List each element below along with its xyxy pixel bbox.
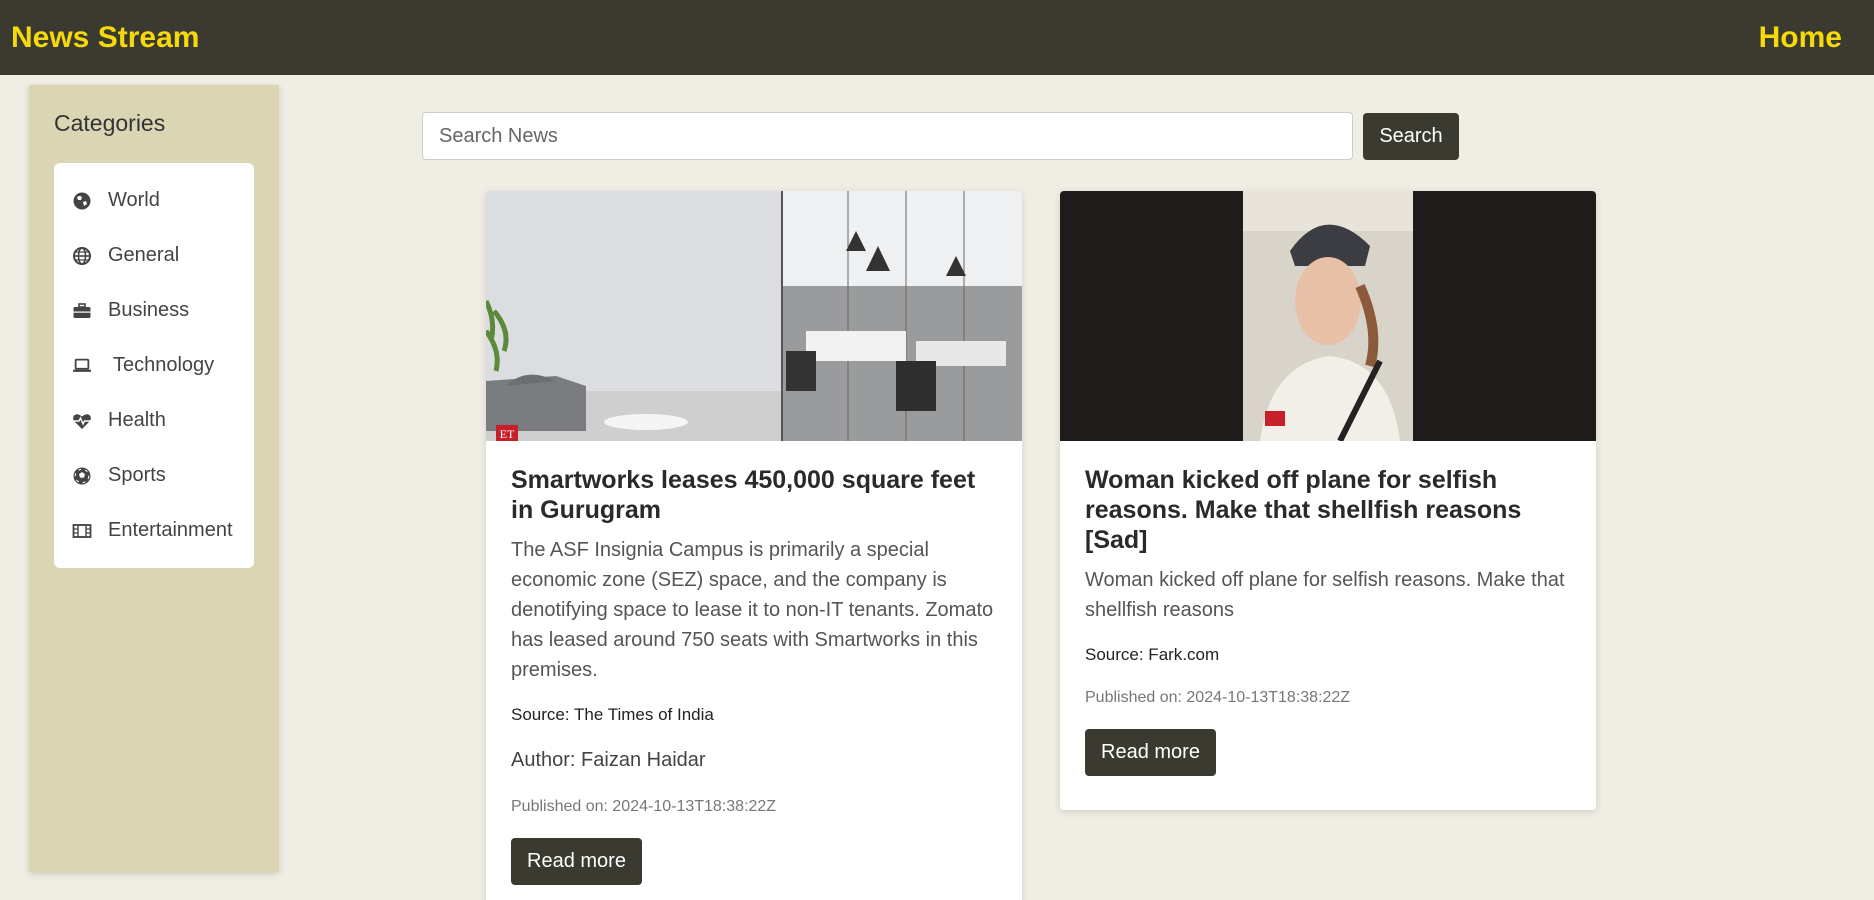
read-more-button[interactable]: Read more	[1085, 729, 1216, 776]
sidebar-item-label: World	[108, 189, 160, 211]
sidebar-item-label: Sports	[108, 464, 166, 486]
article-image[interactable]: ET	[486, 191, 1022, 441]
card-body: Woman kicked off plane for selfish reaso…	[1060, 441, 1596, 800]
category-list: World General Business Technology Health	[54, 163, 254, 568]
sidebar-item-general[interactable]: General	[54, 228, 254, 283]
search-button[interactable]: Search	[1363, 112, 1459, 160]
sidebar-item-sports[interactable]: Sports	[54, 448, 254, 503]
article-published-date: Published on: 2024-10-13T18:38:22Z	[511, 798, 777, 815]
categories-sidebar: Categories World General Business Techno…	[29, 85, 279, 872]
home-link[interactable]: Home	[1759, 21, 1842, 55]
top-navbar: News Stream Home	[0, 0, 1874, 75]
sidebar-item-label: Health	[108, 409, 166, 431]
sidebar-item-world[interactable]: World	[54, 173, 254, 228]
sidebar-item-health[interactable]: Health	[54, 393, 254, 448]
globe-africa-icon	[71, 190, 93, 212]
search-bar: Search	[422, 112, 1459, 160]
globe-icon	[71, 245, 93, 267]
film-icon	[71, 520, 93, 542]
search-input[interactable]	[422, 112, 1353, 160]
article-source: Source: The Times of India	[511, 705, 714, 724]
article-source: Source: Fark.com	[1085, 645, 1220, 664]
article-description: The ASF Insignia Campus is primarily a s…	[511, 539, 994, 681]
read-more-button[interactable]: Read more	[511, 838, 642, 885]
article-title[interactable]: Woman kicked off plane for selfish reaso…	[1085, 465, 1571, 555]
article-published-date: Published on: 2024-10-13T18:38:22Z	[1085, 689, 1351, 706]
sidebar-item-label: General	[108, 244, 180, 266]
image-badge: ET	[500, 427, 515, 441]
sidebar-item-business[interactable]: Business	[54, 283, 254, 338]
article-title[interactable]: Smartworks leases 450,000 square feet in…	[511, 465, 997, 525]
sidebar-item-technology[interactable]: Technology	[54, 338, 254, 393]
sidebar-item-label: Business	[108, 299, 190, 321]
sidebar-item-label: Entertainment	[108, 519, 233, 541]
sidebar-item-entertainment[interactable]: Entertainment	[54, 503, 254, 558]
news-card: ET Smartworks leases 450,000 square feet…	[486, 191, 1022, 900]
card-body: Smartworks leases 450,000 square feet in…	[486, 441, 1022, 900]
soccer-ball-icon	[71, 465, 93, 487]
sidebar-title: Categories	[54, 110, 166, 136]
laptop-icon	[71, 355, 93, 377]
article-author: Author: Faizan Haidar	[511, 749, 706, 771]
article-image[interactable]	[1060, 191, 1596, 441]
heartbeat-icon	[71, 410, 93, 432]
sidebar-item-label: Technology	[113, 354, 215, 376]
news-card: Woman kicked off plane for selfish reaso…	[1060, 191, 1596, 810]
article-description: Woman kicked off plane for selfish reaso…	[1085, 569, 1565, 621]
briefcase-icon	[71, 300, 93, 322]
brand-logo[interactable]: News Stream	[11, 21, 199, 55]
